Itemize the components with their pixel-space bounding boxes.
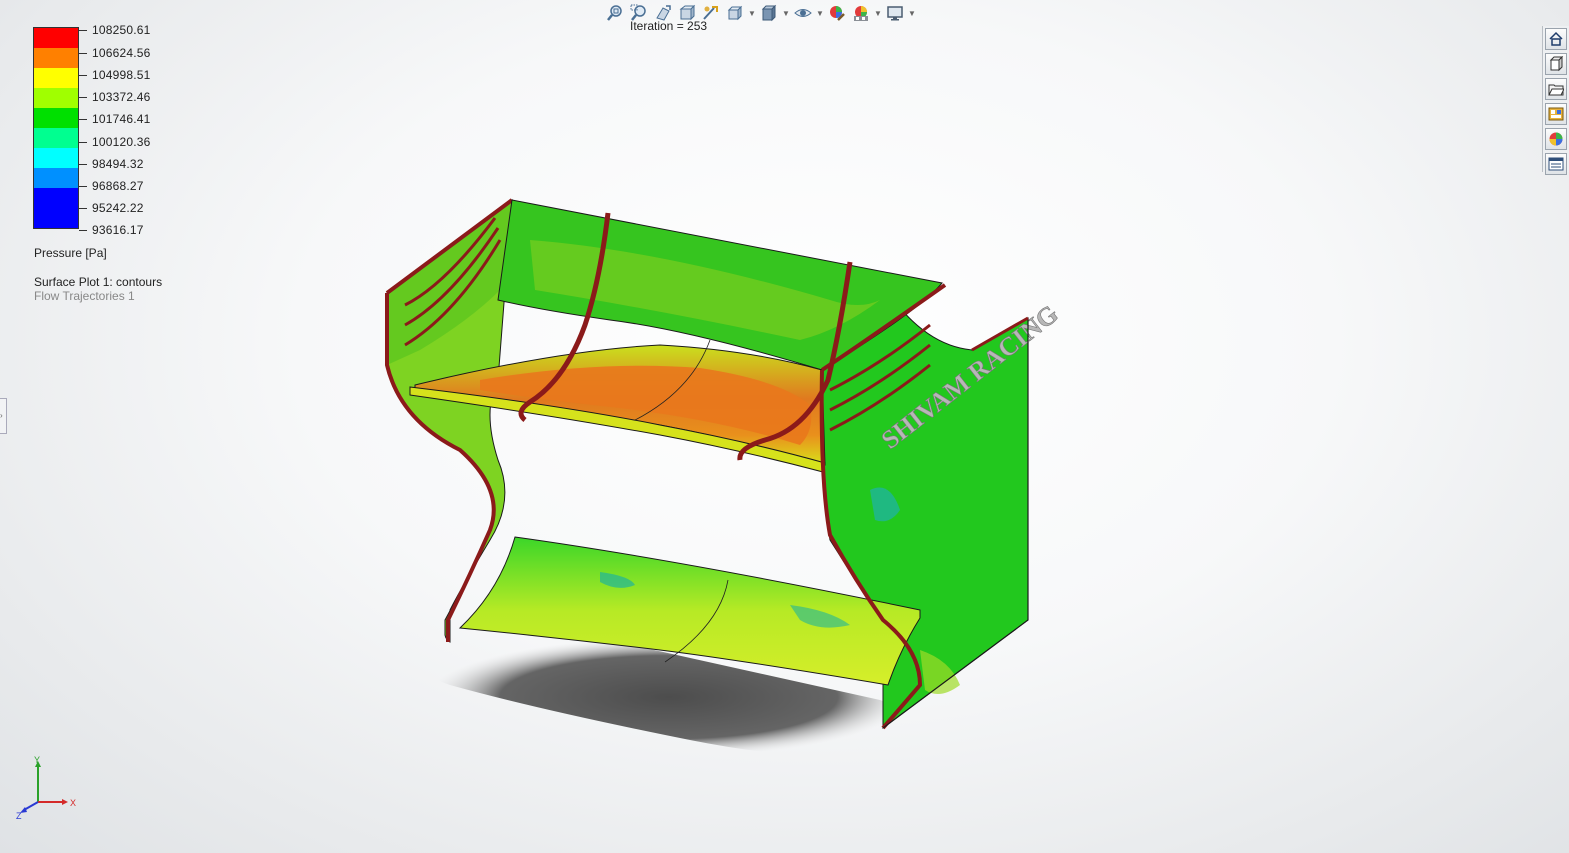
pressure-legend: 108250.61 106624.56 104998.51 103372.46 …	[33, 23, 233, 317]
iteration-label: Iteration = 253	[630, 19, 708, 33]
legend-swatch	[34, 188, 78, 208]
legend-value: 93616.17	[92, 223, 144, 237]
appearances-icon[interactable]	[1545, 128, 1567, 150]
legend-tick: 96868.27	[79, 179, 144, 193]
legend-value: 98494.32	[92, 157, 144, 171]
legend-tick: 98494.32	[79, 157, 144, 171]
x-axis-arrow	[62, 799, 68, 805]
legend-tick: 108250.61	[79, 23, 151, 37]
view-palette-icon[interactable]	[1545, 103, 1567, 125]
legend-value: 106624.56	[92, 46, 151, 60]
legend-tick: 93616.17	[79, 223, 144, 237]
legend-title: Pressure [Pa]	[34, 246, 107, 260]
legend-tick: 106624.56	[79, 46, 151, 60]
x-axis-label: X	[70, 798, 76, 808]
legend-tick: 100120.36	[79, 135, 151, 149]
z-axis-label: Z	[16, 811, 22, 820]
feature-manager-collapse-handle[interactable]: ›	[0, 398, 7, 434]
legend-value: 103372.46	[92, 90, 151, 104]
legend-swatch	[34, 148, 78, 168]
edit-appearance-icon[interactable]	[826, 3, 848, 23]
zoom-to-fit-icon[interactable]	[604, 3, 626, 23]
file-explorer-icon[interactable]	[1545, 78, 1567, 100]
hide-show-items-icon[interactable]	[792, 3, 814, 23]
chevron-down-icon[interactable]: ▼	[748, 3, 756, 23]
legend-swatch	[34, 168, 78, 188]
view-settings-icon[interactable]	[884, 3, 906, 23]
legend-swatch	[34, 128, 78, 148]
view-orientation-icon[interactable]	[724, 3, 746, 23]
legend-swatch	[34, 68, 78, 88]
legend-tick: 95242.22	[79, 201, 144, 215]
legend-swatch	[34, 208, 78, 228]
design-library-icon[interactable]	[1545, 53, 1567, 75]
legend-value: 96868.27	[92, 179, 144, 193]
chevron-down-icon[interactable]: ▼	[782, 3, 790, 23]
apply-scene-icon[interactable]	[850, 3, 872, 23]
surface-plot-name[interactable]: Surface Plot 1: contours	[34, 275, 162, 289]
legend-tick: 104998.51	[79, 68, 151, 82]
model-viewport[interactable]: SHIVAM RACING	[360, 180, 1060, 760]
legend-value: 100120.36	[92, 135, 151, 149]
chevron-down-icon[interactable]: ▼	[908, 3, 916, 23]
custom-properties-icon[interactable]	[1545, 153, 1567, 175]
home-icon[interactable]	[1545, 28, 1567, 50]
legend-tick: 101746.41	[79, 112, 151, 126]
flow-trajectories-name[interactable]: Flow Trajectories 1	[34, 289, 135, 303]
reference-triad: Y X Z	[16, 755, 76, 820]
legend-value: 104998.51	[92, 68, 151, 82]
legend-tick: 103372.46	[79, 90, 151, 104]
legend-color-bar	[33, 27, 79, 229]
legend-swatch	[34, 28, 78, 48]
legend-swatch	[34, 48, 78, 68]
y-axis-label: Y	[34, 755, 40, 765]
chevron-down-icon[interactable]: ▼	[816, 3, 824, 23]
task-pane-tabs	[1542, 26, 1569, 175]
chevron-down-icon[interactable]: ▼	[874, 3, 882, 23]
legend-value: 95242.22	[92, 201, 144, 215]
legend-swatch	[34, 88, 78, 108]
legend-swatch	[34, 108, 78, 128]
z-axis	[23, 801, 39, 811]
legend-value: 101746.41	[92, 112, 151, 126]
legend-value: 108250.61	[92, 23, 151, 37]
display-style-icon[interactable]	[758, 3, 780, 23]
